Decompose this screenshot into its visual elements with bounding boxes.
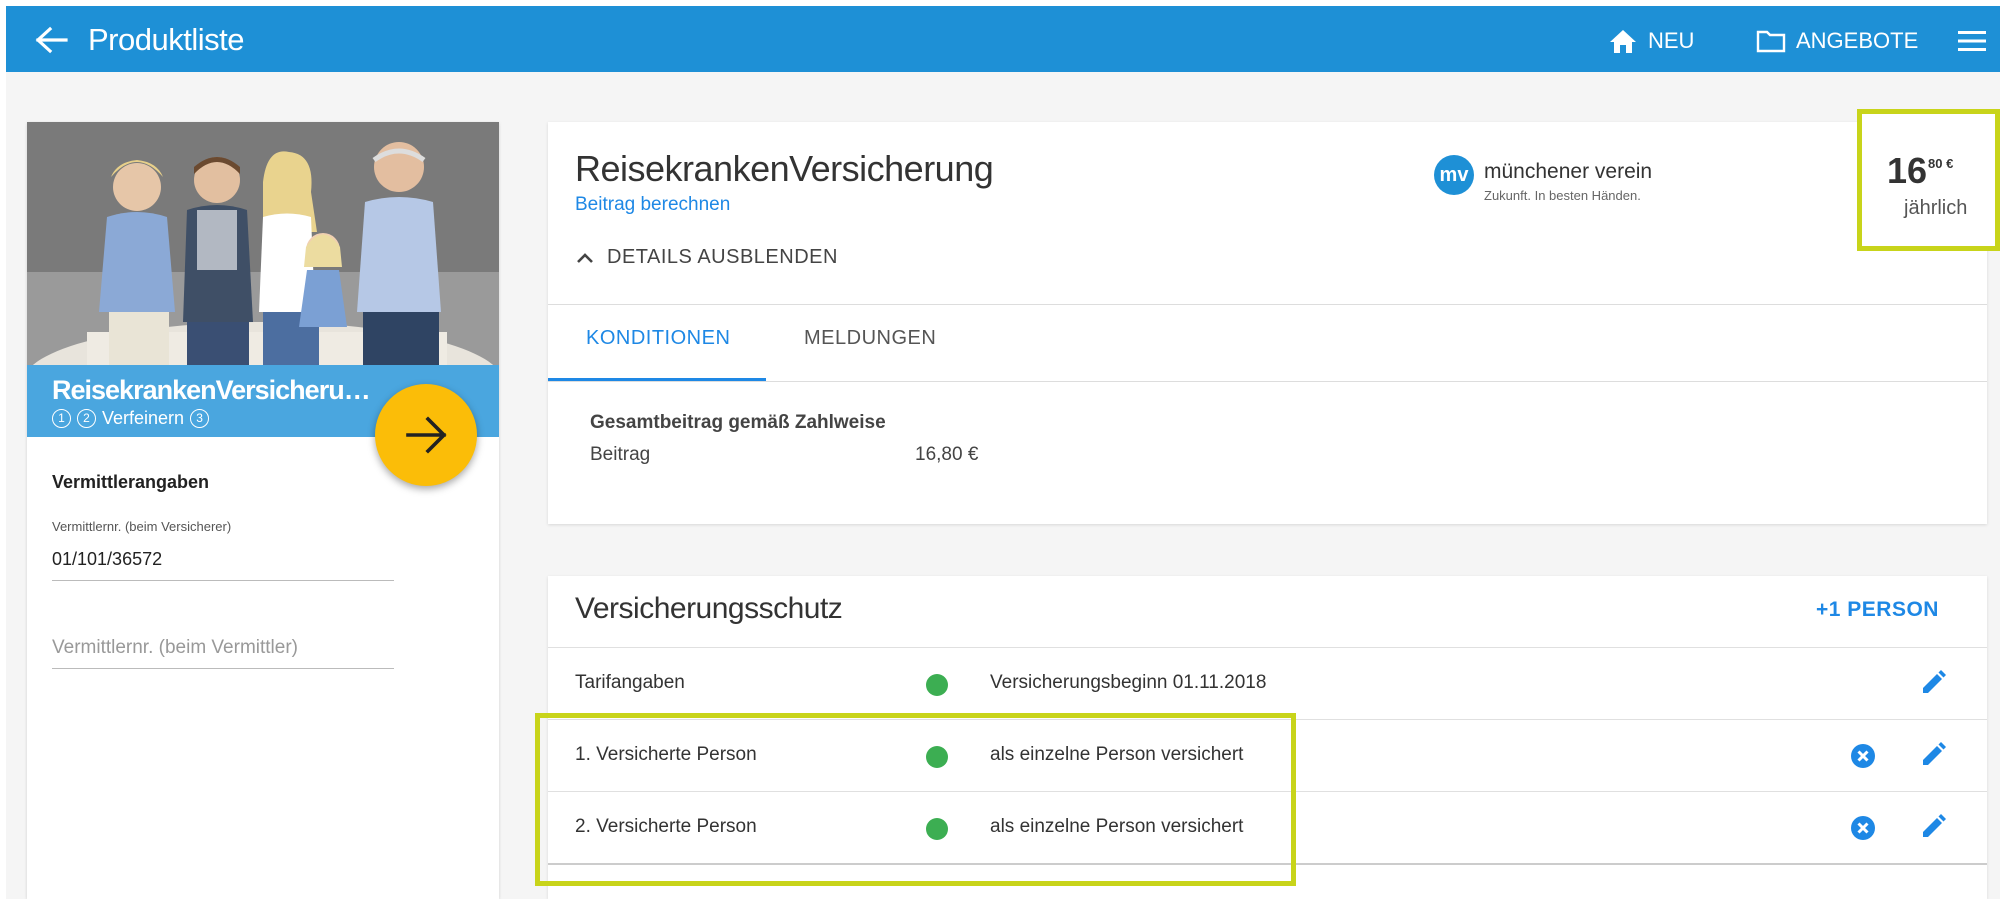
product-name: ReisekrankenVersicheru… <box>52 375 371 405</box>
coverage-row: 2. Versicherte Person als einzelne Perso… <box>548 791 1987 863</box>
vermittler-versicherer-label: Vermittlernr. (beim Versicherer) <box>52 519 232 534</box>
hide-details-toggle[interactable]: DETAILS AUSBLENDEN <box>575 246 838 269</box>
status-ok-icon <box>926 818 948 840</box>
edit-pencil-icon[interactable] <box>1920 742 1946 768</box>
remove-person-icon[interactable] <box>1850 743 1876 769</box>
edit-pencil-icon[interactable] <box>1920 670 1946 696</box>
insurer-name: münchener verein <box>1484 160 1653 183</box>
row-label: Tarifangaben <box>575 672 685 693</box>
divider <box>548 863 1987 865</box>
row-description: Versicherungsbeginn 01.11.2018 <box>990 672 1267 693</box>
status-ok-icon <box>926 746 948 768</box>
hamburger-menu-icon[interactable] <box>1956 28 1988 54</box>
section-title-vermittler: Vermittlerangaben <box>52 472 210 492</box>
hide-details-label: DETAILS AUSBLENDEN <box>607 246 838 268</box>
step-2[interactable]: 2 <box>77 409 96 428</box>
row-description: als einzelne Person versichert <box>990 816 1244 837</box>
beitrag-value: 16,80 € <box>915 444 979 465</box>
step-1[interactable]: 1 <box>52 409 71 428</box>
angebote-button[interactable]: ANGEBOTE <box>1756 26 1918 56</box>
coverage-row: Tarifangaben Versicherungsbeginn 01.11.2… <box>548 647 1987 719</box>
coverage-title: Versicherungsschutz <box>575 592 843 625</box>
row-description: als einzelne Person versichert <box>990 744 1244 765</box>
price-integer: 16 <box>1887 150 1928 191</box>
product-card: ReisekrankenVersicherung Beitrag berechn… <box>548 122 1987 524</box>
insurer-logo: mv münchener verein Zukunft. In besten H… <box>1434 155 1694 209</box>
angebote-button-label: ANGEBOTE <box>1796 28 1919 53</box>
vermittler-versicherer-input[interactable]: 01/101/36572 <box>52 547 394 581</box>
price-period: jährlich <box>1904 197 1968 219</box>
current-step-label: Verfeinern <box>102 408 185 428</box>
status-ok-icon <box>926 674 948 696</box>
home-icon <box>1610 30 1636 53</box>
row-label: 1. Versicherte Person <box>575 744 757 765</box>
konditionen-heading: Gesamtbeitrag gemäß Zahlweise <box>590 412 886 433</box>
insurer-slogan: Zukunft. In besten Händen. <box>1484 188 1641 203</box>
tab-konditionen[interactable]: KONDITIONEN <box>586 327 730 350</box>
step-3[interactable]: 3 <box>190 409 210 428</box>
remove-person-icon[interactable] <box>1850 815 1876 841</box>
next-step-button[interactable] <box>375 384 477 486</box>
tab-meldungen[interactable]: MELDUNGEN <box>804 327 936 350</box>
coverage-card: Versicherungsschutz +1 PERSON Tarifangab… <box>548 576 1987 899</box>
price-fraction: 80 € <box>1928 156 1954 171</box>
product-title: ReisekrankenVersicherung <box>575 148 994 189</box>
product-sidebar-card: ReisekrankenVersicheru… 1 2 Verfeinern 3… <box>27 122 499 899</box>
chevron-up-icon <box>577 252 593 263</box>
divider <box>548 304 1987 305</box>
step-indicator: 1 2 Verfeinern 3 <box>52 408 210 429</box>
app-bar: Produktliste NEU ANGEBOTE <box>6 6 2000 72</box>
folder-icon <box>1756 30 1786 53</box>
vermittler-vermittler-input[interactable]: Vermittlernr. (beim Vermittler) <box>52 637 394 669</box>
edit-pencil-icon[interactable] <box>1920 814 1946 840</box>
back-arrow-icon[interactable] <box>34 26 70 54</box>
divider <box>548 381 1987 382</box>
new-button-label: NEU <box>1648 28 1695 53</box>
page-title: Produktliste <box>88 22 244 57</box>
arrow-right-icon <box>406 416 447 454</box>
row-label: 2. Versicherte Person <box>575 816 757 837</box>
coverage-row: 1. Versicherte Person als einzelne Perso… <box>548 719 1987 791</box>
calc-premium-link[interactable]: Beitrag berechnen <box>575 194 730 216</box>
price-box: 16 80 € jährlich <box>1857 109 2000 251</box>
new-button[interactable]: NEU <box>1608 26 1694 56</box>
add-person-button[interactable]: +1 PERSON <box>1816 598 1939 622</box>
insurer-logo-mark: mv <box>1434 155 1474 195</box>
beitrag-label: Beitrag <box>590 444 651 465</box>
